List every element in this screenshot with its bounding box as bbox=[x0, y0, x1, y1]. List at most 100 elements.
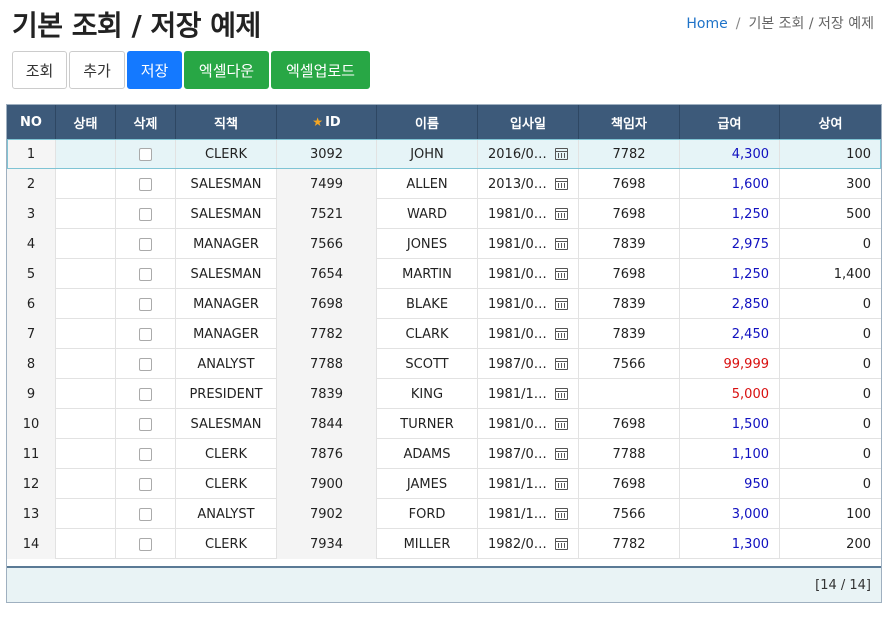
delete-checkbox[interactable] bbox=[139, 537, 152, 551]
id-cell[interactable]: 3092 bbox=[277, 139, 377, 169]
id-cell[interactable]: 7844 bbox=[277, 409, 377, 439]
row-number-cell[interactable]: 6 bbox=[7, 289, 56, 319]
name-cell[interactable]: TURNER bbox=[377, 409, 478, 439]
salary-cell[interactable]: 3,000 bbox=[680, 499, 780, 529]
excel-download-button[interactable]: 엑셀다운 bbox=[184, 51, 269, 89]
calendar-icon[interactable] bbox=[555, 478, 568, 490]
calendar-icon[interactable] bbox=[555, 448, 568, 460]
manager-cell[interactable]: 7782 bbox=[579, 139, 680, 169]
bonus-cell[interactable]: 500 bbox=[780, 199, 881, 229]
name-cell[interactable]: JOHN bbox=[377, 139, 478, 169]
table-row[interactable]: 10 SALESMAN 7844 TURNER 1981/09… 7698 1,… bbox=[7, 409, 881, 439]
hiredate-cell[interactable]: 1981/06… bbox=[478, 319, 579, 349]
table-row[interactable]: 14 CLERK 7934 MILLER 1982/01… 7782 1,300… bbox=[7, 529, 881, 559]
manager-cell[interactable]: 7839 bbox=[579, 319, 680, 349]
calendar-icon[interactable] bbox=[555, 538, 568, 550]
delete-checkbox[interactable] bbox=[139, 207, 152, 221]
manager-cell[interactable]: 7566 bbox=[579, 349, 680, 379]
name-cell[interactable]: FORD bbox=[377, 499, 478, 529]
row-number-cell[interactable]: 12 bbox=[7, 469, 56, 499]
bonus-cell[interactable]: 300 bbox=[780, 169, 881, 199]
manager-cell[interactable]: 7566 bbox=[579, 499, 680, 529]
row-number-cell[interactable]: 9 bbox=[7, 379, 56, 409]
salary-cell[interactable]: 1,600 bbox=[680, 169, 780, 199]
table-row[interactable]: 1 CLERK 3092 JOHN 2016/06… 7782 4,300 10… bbox=[7, 139, 881, 169]
row-number-cell[interactable]: 2 bbox=[7, 169, 56, 199]
column-header-status[interactable]: 상태 bbox=[56, 105, 116, 139]
search-button[interactable]: 조회 bbox=[12, 51, 67, 89]
name-cell[interactable]: ALLEN bbox=[377, 169, 478, 199]
id-cell[interactable]: 7934 bbox=[277, 529, 377, 559]
table-row[interactable]: 13 ANALYST 7902 FORD 1981/12… 7566 3,000… bbox=[7, 499, 881, 529]
salary-cell[interactable]: 1,250 bbox=[680, 259, 780, 289]
job-cell[interactable]: ANALYST bbox=[176, 499, 277, 529]
status-cell[interactable] bbox=[56, 349, 116, 379]
calendar-icon[interactable] bbox=[555, 328, 568, 340]
hiredate-cell[interactable]: 1981/12… bbox=[478, 469, 579, 499]
bonus-cell[interactable]: 100 bbox=[780, 499, 881, 529]
calendar-icon[interactable] bbox=[555, 508, 568, 520]
id-cell[interactable]: 7876 bbox=[277, 439, 377, 469]
column-header-delete[interactable]: 삭제 bbox=[116, 105, 176, 139]
name-cell[interactable]: SCOTT bbox=[377, 349, 478, 379]
bonus-cell[interactable]: 0 bbox=[780, 379, 881, 409]
id-cell[interactable]: 7782 bbox=[277, 319, 377, 349]
job-cell[interactable]: SALESMAN bbox=[176, 409, 277, 439]
calendar-icon[interactable] bbox=[555, 358, 568, 370]
salary-cell[interactable]: 1,250 bbox=[680, 199, 780, 229]
name-cell[interactable]: MILLER bbox=[377, 529, 478, 559]
status-cell[interactable] bbox=[56, 229, 116, 259]
id-cell[interactable]: 7900 bbox=[277, 469, 377, 499]
bonus-cell[interactable]: 0 bbox=[780, 469, 881, 499]
calendar-icon[interactable] bbox=[555, 418, 568, 430]
name-cell[interactable]: ADAMS bbox=[377, 439, 478, 469]
manager-cell[interactable]: 7698 bbox=[579, 199, 680, 229]
salary-cell[interactable]: 4,300 bbox=[680, 139, 780, 169]
hiredate-cell[interactable]: 1987/07… bbox=[478, 349, 579, 379]
id-cell[interactable]: 7698 bbox=[277, 289, 377, 319]
status-cell[interactable] bbox=[56, 379, 116, 409]
calendar-icon[interactable] bbox=[555, 388, 568, 400]
row-number-cell[interactable]: 1 bbox=[7, 139, 56, 169]
status-cell[interactable] bbox=[56, 139, 116, 169]
add-button[interactable]: 추가 bbox=[69, 51, 125, 89]
job-cell[interactable]: SALESMAN bbox=[176, 169, 277, 199]
column-header-name[interactable]: 이름 bbox=[377, 105, 478, 139]
breadcrumb-home-link[interactable]: Home bbox=[686, 16, 727, 32]
manager-cell[interactable]: 7698 bbox=[579, 469, 680, 499]
delete-checkbox[interactable] bbox=[139, 417, 152, 431]
table-row[interactable]: 11 CLERK 7876 ADAMS 1987/07… 7788 1,100 … bbox=[7, 439, 881, 469]
name-cell[interactable]: JAMES bbox=[377, 469, 478, 499]
column-header-manager[interactable]: 책임자 bbox=[579, 105, 680, 139]
id-cell[interactable]: 7788 bbox=[277, 349, 377, 379]
id-cell[interactable]: 7521 bbox=[277, 199, 377, 229]
column-header-job[interactable]: 직책 bbox=[176, 105, 277, 139]
hiredate-cell[interactable]: 2013/06… bbox=[478, 169, 579, 199]
bonus-cell[interactable]: 0 bbox=[780, 229, 881, 259]
salary-cell[interactable]: 2,450 bbox=[680, 319, 780, 349]
delete-checkbox[interactable] bbox=[139, 297, 152, 311]
hiredate-cell[interactable]: 1981/09… bbox=[478, 409, 579, 439]
salary-cell[interactable]: 1,300 bbox=[680, 529, 780, 559]
hiredate-cell[interactable]: 2016/06… bbox=[478, 139, 579, 169]
calendar-icon[interactable] bbox=[555, 208, 568, 220]
table-row[interactable]: 7 MANAGER 7782 CLARK 1981/06… 7839 2,450… bbox=[7, 319, 881, 349]
hiredate-cell[interactable]: 1982/01… bbox=[478, 529, 579, 559]
job-cell[interactable]: CLERK bbox=[176, 529, 277, 559]
delete-checkbox[interactable] bbox=[139, 447, 152, 461]
status-cell[interactable] bbox=[56, 469, 116, 499]
salary-cell[interactable]: 1,500 bbox=[680, 409, 780, 439]
table-row[interactable]: 2 SALESMAN 7499 ALLEN 2013/06… 7698 1,60… bbox=[7, 169, 881, 199]
hiredate-cell[interactable]: 1981/09… bbox=[478, 259, 579, 289]
column-header-salary[interactable]: 급여 bbox=[680, 105, 780, 139]
row-number-cell[interactable]: 14 bbox=[7, 529, 56, 559]
status-cell[interactable] bbox=[56, 319, 116, 349]
salary-cell[interactable]: 2,975 bbox=[680, 229, 780, 259]
row-number-cell[interactable]: 4 bbox=[7, 229, 56, 259]
id-cell[interactable]: 7839 bbox=[277, 379, 377, 409]
delete-checkbox[interactable] bbox=[139, 327, 152, 341]
row-number-cell[interactable]: 11 bbox=[7, 439, 56, 469]
status-cell[interactable] bbox=[56, 499, 116, 529]
manager-cell[interactable]: 7782 bbox=[579, 529, 680, 559]
job-cell[interactable]: CLERK bbox=[176, 439, 277, 469]
